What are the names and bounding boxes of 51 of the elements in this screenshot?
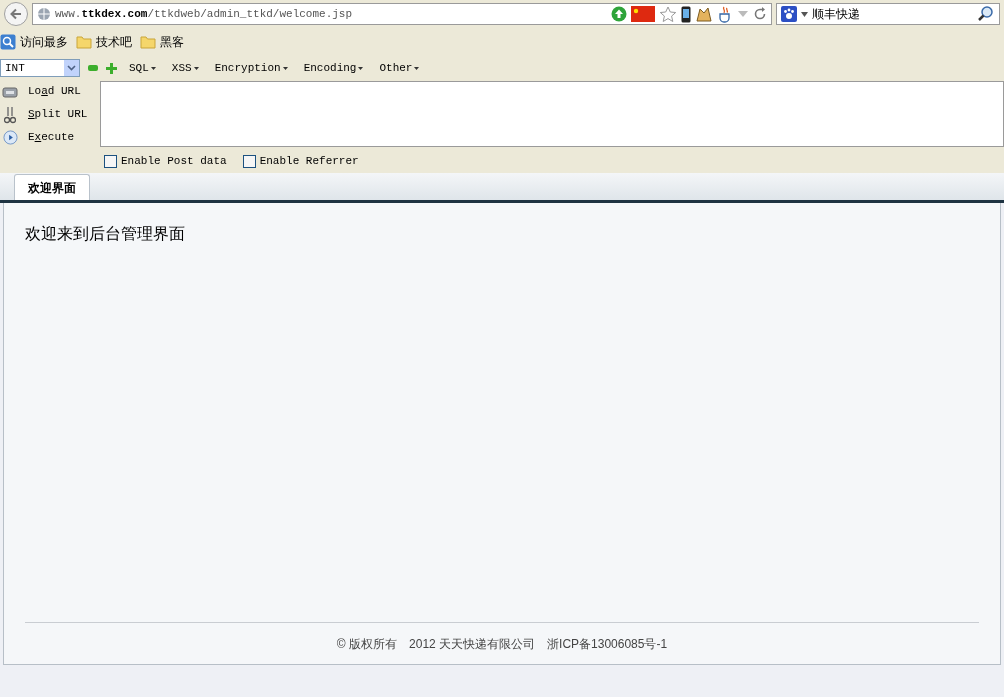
url-text: www.ttkdex.com/ttkdweb/admin_ttkd/welcome.jsp [55, 6, 353, 22]
url-input-field[interactable] [100, 81, 1004, 147]
coffee-cup-icon[interactable] [717, 5, 733, 23]
type-select[interactable]: INT [0, 59, 80, 77]
search-icon[interactable] [977, 5, 995, 23]
menu-button[interactable]: Other [375, 59, 424, 77]
star-icon[interactable] [659, 5, 677, 23]
icp-text: 浙ICP备13006085号-1 [547, 635, 668, 653]
action-button[interactable]: Load URL [28, 83, 81, 100]
search-text: 顺丰快递 [812, 6, 861, 23]
scissors-icon [4, 105, 16, 124]
bookmark-item[interactable]: 技术吧 [76, 33, 132, 51]
plus-icon[interactable] [106, 62, 117, 74]
folder-icon [140, 35, 156, 49]
back-button[interactable] [4, 2, 28, 26]
bookmark-item[interactable]: 访问最多 [0, 33, 68, 51]
reload-icon[interactable] [753, 7, 767, 21]
play-icon [2, 130, 18, 145]
checkbox-label: Enable Referrer [259, 153, 359, 169]
caret-icon [414, 66, 420, 70]
caret-icon [282, 66, 288, 70]
checkbox-label: Enable Post data [121, 153, 227, 169]
menu-button[interactable]: SQL [125, 59, 160, 77]
caret-icon [358, 66, 364, 70]
folder-icon [76, 35, 92, 49]
caret-icon[interactable] [801, 11, 808, 17]
action-button[interactable]: Execute [28, 129, 75, 146]
phone-icon[interactable] [681, 5, 691, 23]
printer-icon [2, 84, 18, 99]
globe-icon [37, 7, 51, 21]
copyright-text: © 版权所有 [336, 635, 398, 653]
address-bar[interactable]: www.ttkdex.com/ttkdweb/admin_ttkd/welcome.jsp [32, 3, 772, 25]
paw-icon[interactable] [781, 6, 797, 22]
welcome-heading: 欢迎来到后台管理界面 [25, 224, 186, 244]
chevron-down-icon [67, 65, 76, 71]
caret-icon [193, 66, 199, 70]
menu-button[interactable]: Encoding [299, 59, 368, 77]
tab[interactable]: 欢迎界面 [14, 174, 90, 200]
checkbox[interactable] [104, 154, 117, 168]
company-text: 2012 天天快递有限公司 [409, 635, 536, 653]
menu-button[interactable]: Encryption [210, 59, 292, 77]
back-arrow-icon [9, 7, 23, 21]
flag-icon[interactable] [631, 6, 655, 22]
magnifier-icon [0, 34, 16, 50]
checkbox[interactable] [242, 154, 256, 168]
caret-icon [150, 66, 156, 70]
search-field[interactable]: 顺丰快递 [776, 3, 1000, 25]
action-button[interactable]: Split URL [28, 106, 88, 123]
cat-icon[interactable] [695, 5, 713, 23]
menu-button[interactable]: XSS [167, 59, 203, 77]
bookmark-item[interactable]: 黑客 [140, 33, 184, 51]
